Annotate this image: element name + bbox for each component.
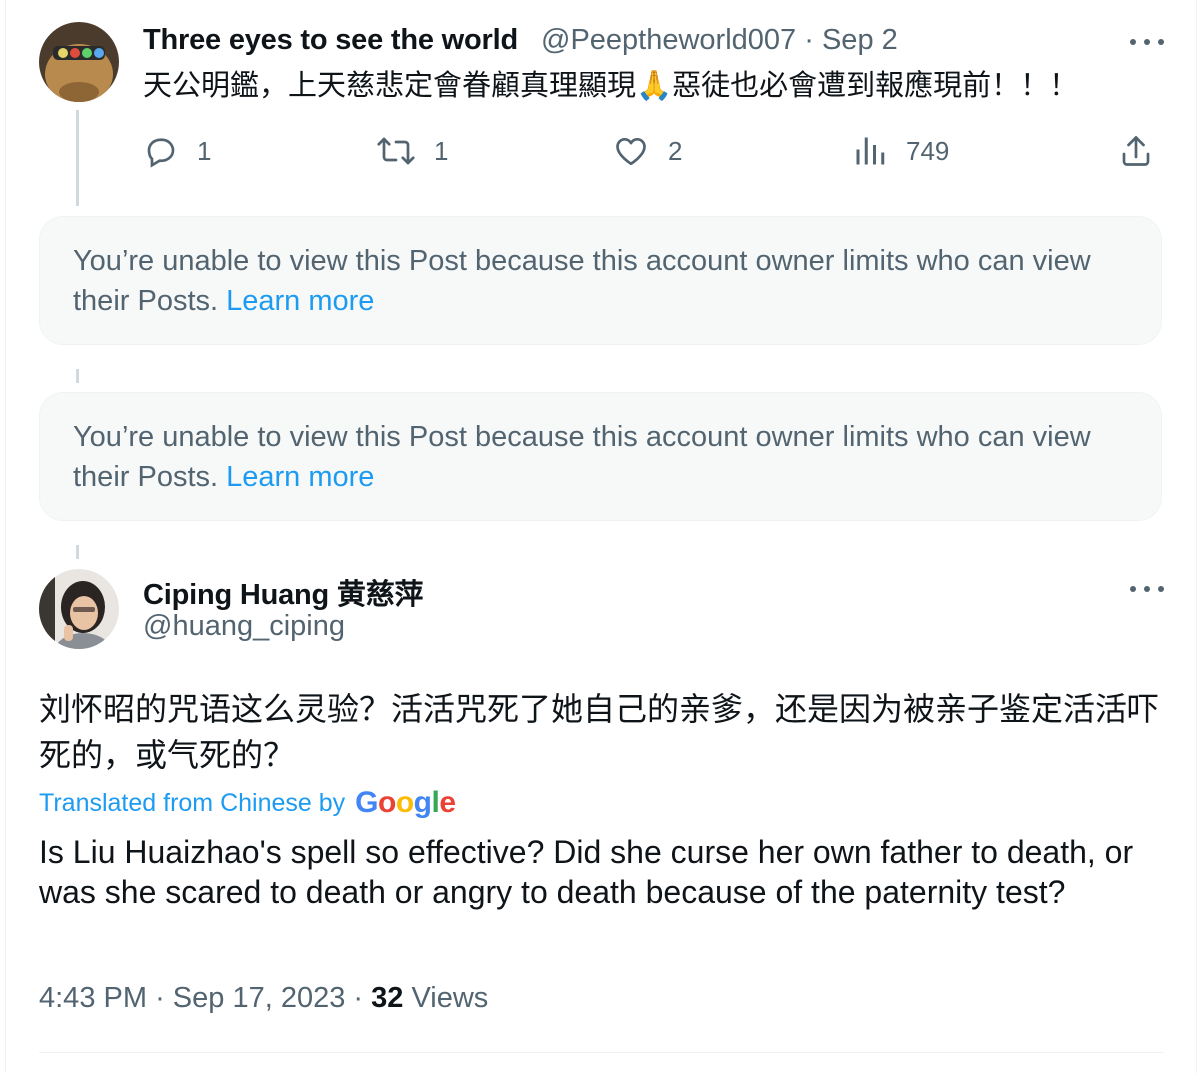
meta-separator: ·: [353, 982, 364, 1014]
author-name[interactable]: Three eyes to see the world: [143, 24, 518, 57]
translated-label: Translated from Chinese by: [39, 788, 346, 817]
restricted-notice-text: You’re unable to view this Post because …: [73, 417, 1133, 497]
google-logo-letter: o: [378, 786, 396, 819]
views-count: 749: [906, 135, 950, 166]
restricted-post-notice: You’re unable to view this Post because …: [39, 216, 1162, 345]
google-logo: Google: [355, 786, 456, 820]
thread-line: [76, 545, 79, 559]
author-meta: @Peeptheworld007 · Sep 2: [541, 24, 898, 57]
post-text-translated: Is Liu Huaizhao's spell so effective? Di…: [39, 834, 1134, 910]
post-date[interactable]: Sep 2: [822, 24, 898, 56]
translation-attribution[interactable]: Translated from Chinese by Google: [39, 786, 456, 820]
more-icon-dot: [1144, 586, 1150, 592]
reply-button[interactable]: 1: [143, 131, 211, 171]
google-logo-letter: G: [355, 786, 378, 819]
more-icon-dot: [1158, 39, 1164, 45]
more-options-button[interactable]: [1130, 35, 1164, 49]
author-name[interactable]: Ciping Huang 黄慈萍: [143, 571, 424, 613]
repost-count: 1: [434, 135, 449, 166]
repost-button[interactable]: 1: [376, 131, 448, 171]
post-text-original: 刘怀昭的咒语这么灵验？活活咒死了她自己的亲爹，还是因为被亲子鉴定活活吓死的，或气…: [39, 691, 1160, 773]
thread-line: [76, 369, 79, 383]
views-count: 32: [371, 982, 404, 1014]
like-count: 2: [668, 135, 683, 166]
divider: [39, 1052, 1164, 1053]
meta-separator: ·: [804, 24, 814, 56]
share-icon: [1122, 136, 1150, 166]
post-metadata: 4:43 PM · Sep 17, 2023 · 32 Views: [39, 982, 488, 1015]
avatar[interactable]: [39, 569, 119, 649]
learn-more-link[interactable]: Learn more: [226, 285, 374, 317]
views-button[interactable]: 749: [852, 131, 949, 171]
more-icon-dot: [1158, 586, 1164, 592]
thread-line: [76, 110, 79, 206]
more-options-button[interactable]: [1130, 582, 1164, 596]
views-label: Views: [411, 982, 489, 1014]
google-logo-letter: g: [413, 786, 432, 819]
more-icon: [1130, 586, 1136, 592]
post-date[interactable]: Sep 17, 2023: [173, 982, 346, 1014]
meta-separator: ·: [155, 982, 165, 1014]
google-logo-letter: e: [439, 786, 456, 819]
avatar[interactable]: [39, 22, 119, 102]
more-icon-dot: [1144, 39, 1150, 45]
like-button[interactable]: 2: [612, 131, 682, 171]
repost-icon: [377, 137, 415, 165]
learn-more-link[interactable]: Learn more: [226, 461, 374, 493]
restricted-notice-text: You’re unable to view this Post because …: [73, 241, 1133, 321]
google-logo-letter: o: [395, 786, 414, 819]
author-handle[interactable]: @Peeptheworld007: [541, 24, 796, 56]
reply-icon: [147, 138, 175, 168]
post-time[interactable]: 4:43 PM: [39, 982, 147, 1014]
like-icon: [616, 137, 646, 166]
restricted-post-notice: You’re unable to view this Post because …: [39, 392, 1162, 521]
views-icon: [856, 137, 885, 165]
post-text: 天公明鑑，上天慈悲定會眷顧真理顯現🙏惡徒也必會遭到報應現前！！！: [143, 70, 1079, 102]
more-icon: [1130, 39, 1136, 45]
reply-count: 1: [197, 135, 212, 166]
author-handle[interactable]: @huang_ciping: [143, 610, 345, 643]
share-button[interactable]: [1118, 131, 1154, 171]
